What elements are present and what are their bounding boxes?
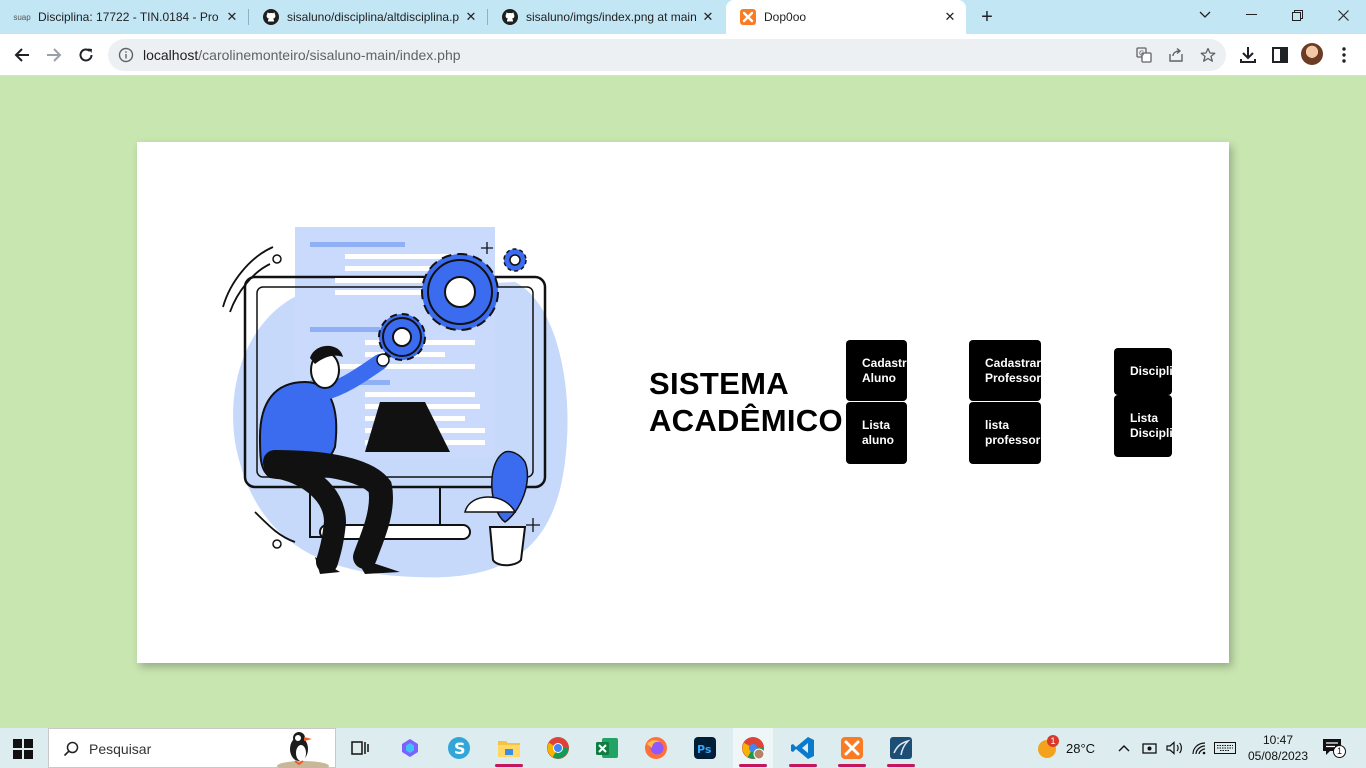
- weather-temp: 28°C: [1066, 740, 1096, 756]
- more-menu-icon[interactable]: [1334, 45, 1354, 65]
- tab-title: sisaluno/imgs/index.png at main: [526, 10, 697, 24]
- gear-medium-icon: [378, 313, 426, 361]
- minimize-icon[interactable]: [1228, 0, 1274, 30]
- github-icon: [502, 9, 518, 25]
- plant-pot: [488, 526, 527, 567]
- windows-taskbar: Pesquisar S Ps 1 28°C 10:47 05/08/2023 1: [0, 728, 1366, 768]
- close-icon[interactable]: ✕: [942, 9, 958, 25]
- address-bar[interactable]: localhost/carolinemonteiro/sisaluno-main…: [108, 39, 1226, 71]
- running-indicator: [495, 764, 523, 767]
- disciplina-button[interactable]: Disciplina: [1114, 348, 1172, 395]
- vscode-icon[interactable]: [783, 728, 823, 768]
- photoshop-icon[interactable]: Ps: [685, 728, 725, 768]
- cadastro-aluno-button[interactable]: Cadastro Aluno: [846, 340, 907, 401]
- weather-sun-icon: 1: [1036, 735, 1059, 759]
- tab-search-chevron-icon[interactable]: [1182, 0, 1228, 30]
- xampp-taskbar-icon[interactable]: [832, 728, 872, 768]
- taskbar-search-box[interactable]: Pesquisar: [48, 728, 336, 768]
- developer-illustration: [222, 227, 568, 578]
- profile-avatar[interactable]: [1301, 43, 1323, 65]
- side-panel-icon[interactable]: [1270, 45, 1290, 65]
- clock-time: 10:47: [1262, 733, 1294, 747]
- close-icon[interactable]: ✕: [463, 9, 479, 25]
- search-placeholder: Pesquisar: [89, 741, 152, 757]
- lista-professor-button[interactable]: lista professor: [969, 402, 1041, 464]
- suap-icon: suap: [13, 12, 31, 22]
- file-explorer-icon[interactable]: [489, 728, 529, 768]
- keyboard-icon[interactable]: [1214, 728, 1240, 768]
- security-icon[interactable]: [1142, 728, 1160, 768]
- svg-text:Ps: Ps: [697, 743, 712, 756]
- url-path: /carolinemonteiro/sisaluno-main/index.ph…: [198, 47, 461, 63]
- task-view-icon[interactable]: [340, 728, 380, 768]
- svg-text:G: G: [1139, 50, 1144, 58]
- search-icon: [63, 741, 79, 757]
- running-indicator: [739, 764, 767, 767]
- decor-circle: [272, 539, 282, 549]
- chrome-icon[interactable]: [538, 728, 578, 768]
- main-card: SISTEMA ACADÊMICO Cadastro Aluno Lista a…: [137, 142, 1229, 663]
- clock-date: 05/08/2023: [1247, 749, 1309, 763]
- decor-circle: [272, 254, 282, 264]
- system-clock[interactable]: 10:47 05/08/2023: [1244, 732, 1312, 764]
- gear-small-icon: [503, 248, 527, 272]
- page-title: SISTEMA ACADÊMICO: [649, 365, 843, 439]
- weather-badge: 1: [1047, 735, 1059, 747]
- weather-widget[interactable]: 1 28°C: [1036, 728, 1095, 768]
- copilot-icon[interactable]: [390, 728, 430, 768]
- restore-icon[interactable]: [1274, 0, 1320, 30]
- volume-icon[interactable]: [1166, 728, 1184, 768]
- show-hidden-icons-chevron-icon[interactable]: [1118, 728, 1136, 768]
- tab-title: Dop0oo: [764, 10, 807, 24]
- translate-icon[interactable]: G: [1136, 47, 1152, 63]
- windows-start-icon[interactable]: [12, 738, 34, 760]
- running-indicator: [887, 764, 915, 767]
- cadastro-professor-button[interactable]: Cadastrar Professor: [969, 340, 1041, 401]
- bookmark-star-icon[interactable]: [1200, 47, 1216, 63]
- site-info-icon[interactable]: [118, 47, 134, 63]
- lista-aluno-button[interactable]: Lista aluno: [846, 402, 907, 464]
- github-icon: [263, 9, 279, 25]
- close-icon[interactable]: ✕: [224, 9, 240, 25]
- tab-suap-disciplina[interactable]: suap Disciplina: 17722 - TIN.0184 - Pro …: [0, 0, 248, 34]
- url-text[interactable]: localhost/carolinemonteiro/sisaluno-main…: [143, 47, 461, 63]
- skype-s-icon[interactable]: S: [439, 728, 479, 768]
- notification-count: 1: [1333, 745, 1346, 758]
- forward-arrow-icon[interactable]: [40, 41, 68, 69]
- lista-disciplina-button[interactable]: Lista Disciplina: [1114, 395, 1172, 457]
- reload-icon[interactable]: [72, 41, 100, 69]
- mysql-workbench-icon[interactable]: [881, 728, 921, 768]
- excel-icon[interactable]: [587, 728, 627, 768]
- tab-title: sisaluno/disciplina/altdisciplina.p: [287, 10, 460, 24]
- title-line-2: ACADÊMICO: [649, 403, 843, 438]
- puffin-highlight-icon: [277, 732, 329, 768]
- firefox-icon[interactable]: [636, 728, 676, 768]
- browser-toolbar: localhost/carolinemonteiro/sisaluno-main…: [0, 34, 1366, 76]
- back-arrow-icon[interactable]: [8, 41, 36, 69]
- page-viewport: SISTEMA ACADÊMICO Cadastro Aluno Lista a…: [0, 76, 1366, 728]
- notifications-icon[interactable]: 1: [1322, 728, 1348, 768]
- chrome-profile-icon[interactable]: [733, 728, 773, 768]
- download-icon[interactable]: [1238, 45, 1258, 65]
- title-line-1: SISTEMA: [649, 366, 789, 401]
- running-indicator: [838, 764, 866, 767]
- tab-dop0oo[interactable]: Dop0oo ✕: [726, 0, 966, 34]
- gear-large-icon: [421, 253, 499, 331]
- new-tab-plus-icon[interactable]: +: [976, 7, 998, 29]
- tab-github-altdisciplina[interactable]: sisaluno/disciplina/altdisciplina.p ✕: [249, 0, 487, 34]
- xampp-icon: [740, 9, 756, 25]
- close-icon[interactable]: ✕: [700, 9, 716, 25]
- decor-arc: [229, 263, 271, 313]
- svg-text:S: S: [454, 739, 466, 758]
- share-icon[interactable]: [1168, 47, 1184, 63]
- running-indicator: [789, 764, 817, 767]
- window-close-icon[interactable]: [1320, 0, 1366, 30]
- browser-tabstrip: suap Disciplina: 17722 - TIN.0184 - Pro …: [0, 0, 1366, 34]
- url-host: localhost: [143, 47, 199, 63]
- tab-title: Disciplina: 17722 - TIN.0184 - Pro: [38, 10, 219, 24]
- wifi-icon[interactable]: [1191, 728, 1209, 768]
- tab-github-index-png[interactable]: sisaluno/imgs/index.png at main ✕: [488, 0, 724, 34]
